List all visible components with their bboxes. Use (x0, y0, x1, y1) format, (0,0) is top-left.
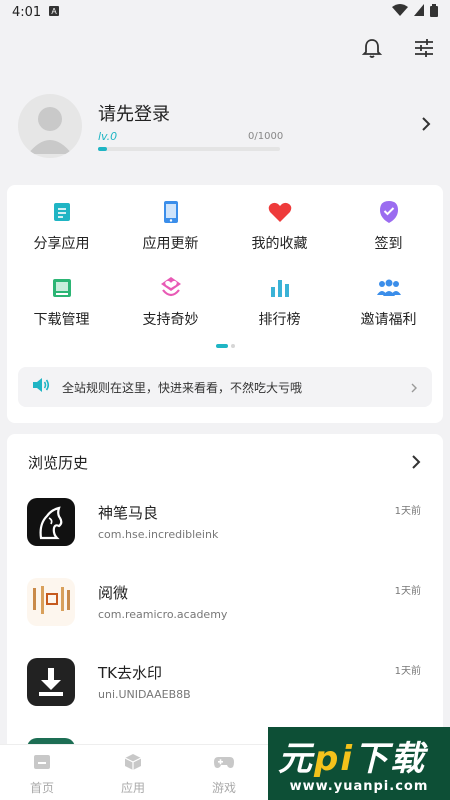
action-label: 分享应用 (33, 236, 90, 252)
nav-label: 应用 (120, 781, 145, 795)
nav-label: 首页 (29, 781, 54, 795)
app-package: com.reamicro.academy (98, 608, 228, 621)
nav-apps[interactable]: 应用 (103, 753, 163, 796)
notice-bar[interactable]: 全站规则在这里，快进来看看，不然吃大亏哦 (18, 367, 432, 407)
experience-counter: 0/1000 (248, 131, 284, 142)
action-share-app[interactable]: 分享应用 (7, 197, 116, 259)
action-label: 我的收藏 (251, 236, 308, 252)
bell-icon[interactable] (360, 36, 384, 60)
status-left: 4:01 A (12, 4, 60, 20)
watermark-char: 下载 (354, 739, 426, 779)
share-doc-icon (49, 199, 75, 225)
level-progress-bar (98, 147, 280, 151)
cube-icon (123, 753, 143, 775)
action-app-update[interactable]: 应用更新 (116, 197, 225, 259)
nav-label: 游戏 (211, 781, 236, 795)
home-icon (32, 753, 52, 775)
checkin-badge-icon (376, 199, 402, 225)
action-checkin[interactable]: 签到 (334, 197, 443, 259)
login-prompt[interactable]: 请先登录 (98, 100, 170, 126)
page-dot (230, 344, 235, 348)
chevron-right-icon[interactable] (420, 116, 432, 135)
action-favorites[interactable]: 我的收藏 (225, 197, 334, 259)
action-label: 邀请福利 (360, 312, 417, 328)
app-time: 1天前 (394, 666, 421, 677)
chevron-right-icon[interactable] (411, 454, 421, 473)
app-icon-horse (27, 498, 75, 546)
nav-games[interactable]: 游戏 (194, 753, 254, 796)
quick-actions-grid: 分享应用 应用更新 我的收藏 签到 下载管理 支持奇妙 排行榜 邀请福利 (7, 197, 443, 335)
gamepad-icon (213, 753, 235, 775)
history-title[interactable]: 浏览历史 (28, 452, 88, 473)
app-name: TK去水印 (98, 664, 162, 682)
cellular-icon (414, 4, 424, 20)
avatar[interactable] (18, 94, 82, 158)
status-time: 4:01 (12, 4, 42, 20)
settings-sliders-icon[interactable] (412, 36, 436, 60)
watermark-char: pi (314, 739, 354, 779)
browse-history-card: 浏览历史 神笔马良 com.hse.incredibleink 1天前 阅微 c… (7, 434, 443, 764)
action-download-manager[interactable]: 下载管理 (7, 273, 116, 335)
history-item[interactable]: TK去水印 uni.UNIDAAEB8B 1天前 (27, 658, 427, 710)
top-actions (360, 36, 436, 60)
history-item[interactable]: 神笔马良 com.hse.incredibleink 1天前 (27, 498, 427, 550)
heart-icon (267, 199, 293, 225)
app-package: com.hse.incredibleink (98, 528, 219, 541)
svg-text:A: A (52, 7, 58, 16)
notice-text: 全站规则在这里，快进来看看，不然吃大亏哦 (62, 380, 303, 395)
action-label: 应用更新 (142, 236, 199, 252)
app-name: 阅微 (98, 584, 129, 602)
download-tray-icon (49, 275, 75, 301)
watermark-title: 元pi下载 (278, 731, 426, 780)
app-package: uni.UNIDAAEB8B (98, 688, 191, 701)
history-item[interactable]: 阅微 com.reamicro.academy 1天前 (27, 578, 427, 630)
profile-header[interactable]: 请先登录 lv.0 0/1000 (18, 94, 432, 162)
speaker-icon (32, 377, 50, 397)
action-label: 下载管理 (33, 312, 90, 328)
watermark-char: 元 (278, 739, 314, 779)
wifi-icon (392, 4, 408, 20)
app-name: 神笔马良 (98, 504, 159, 522)
watermark-logo: 元pi下载 www.yuanpi.com (268, 727, 450, 800)
user-level: lv.0 (98, 130, 118, 143)
phone-update-icon (158, 199, 184, 225)
battery-icon (430, 3, 438, 21)
action-label: 支持奇妙 (142, 312, 199, 328)
page-dot-active (215, 344, 228, 348)
action-label: 排行榜 (258, 312, 301, 328)
level-progress-fill (98, 147, 108, 151)
status-bar: 4:01 A (0, 0, 450, 24)
action-rankings[interactable]: 排行榜 (225, 273, 334, 335)
app-icon-calligraphy (27, 578, 75, 626)
app-time: 1天前 (394, 586, 421, 597)
bar-chart-icon (267, 275, 293, 301)
status-right (392, 3, 438, 21)
quick-actions-card: 分享应用 应用更新 我的收藏 签到 下载管理 支持奇妙 排行榜 邀请福利 全站规… (7, 185, 443, 423)
app-time: 1天前 (394, 506, 421, 517)
support-heart-icon (158, 275, 184, 301)
watermark-url: www.yuanpi.com (289, 779, 429, 794)
app-icon-download (27, 658, 75, 706)
notification-a-icon: A (49, 5, 60, 20)
page-indicator (7, 344, 443, 348)
chevron-right-icon (410, 378, 418, 397)
invite-users-icon (376, 275, 402, 301)
nav-home[interactable]: 首页 (12, 753, 72, 796)
action-invite[interactable]: 邀请福利 (334, 273, 443, 335)
action-support[interactable]: 支持奇妙 (116, 273, 225, 335)
action-label: 签到 (374, 236, 403, 252)
